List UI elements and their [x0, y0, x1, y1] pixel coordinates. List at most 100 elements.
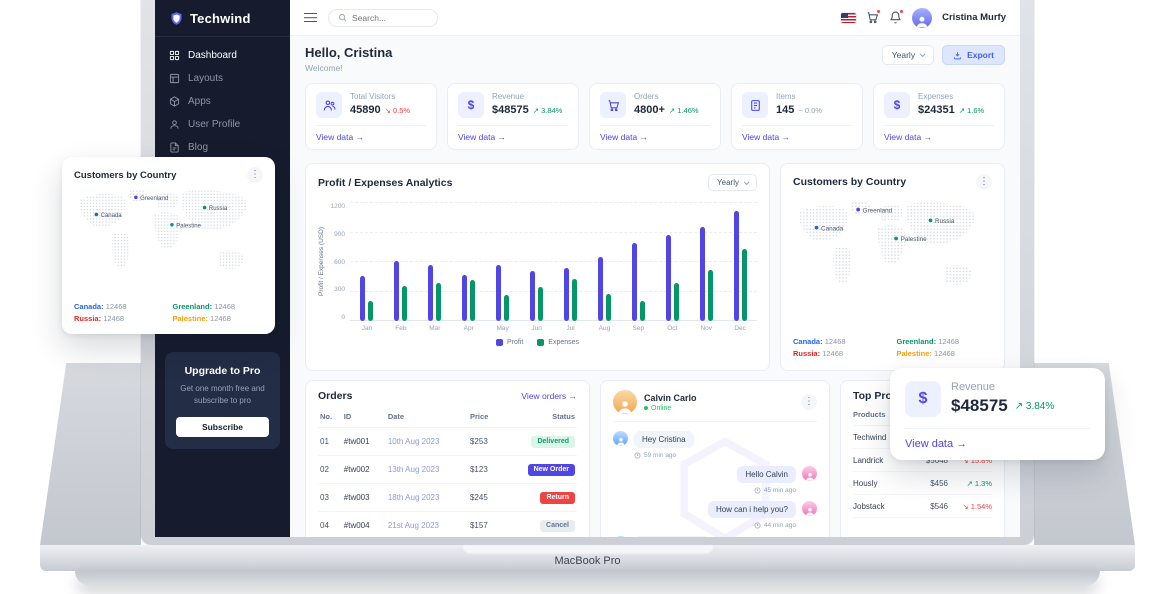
- list-item: Hously $456 ↗ 1.3%: [853, 472, 992, 495]
- export-button[interactable]: Export: [942, 45, 1005, 65]
- chevron-down-icon: [744, 179, 750, 185]
- sidebar-item-layouts[interactable]: Layouts: [155, 67, 290, 90]
- chart-period-select[interactable]: Yearly: [708, 174, 757, 191]
- chat-card: Calvin Carlo Online ⋮ Hey Cristina: [600, 380, 830, 537]
- us-flag-icon[interactable]: [841, 13, 856, 23]
- device-label: MacBook Pro: [40, 555, 1135, 567]
- box-icon: [742, 92, 768, 118]
- profit-bar: [666, 235, 671, 321]
- product-delta: ↗ 1.3%: [954, 479, 992, 488]
- customers-by-country-card: Customers by Country ⋮: [780, 163, 1005, 371]
- expenses-bar: [674, 283, 679, 321]
- chat-message: How can i help you?: [613, 501, 817, 518]
- kebab-menu-icon[interactable]: ⋮: [976, 174, 992, 190]
- y-tick-label: 600: [334, 259, 345, 266]
- view-orders-link[interactable]: View orders →: [521, 391, 577, 401]
- search-input[interactable]: [352, 13, 428, 23]
- user-avatar[interactable]: [912, 8, 932, 28]
- period-select[interactable]: Yearly: [882, 45, 934, 65]
- chat-contact-name: Calvin Carlo: [644, 393, 697, 403]
- x-tick-label: Jul: [554, 325, 588, 332]
- search-icon: [338, 13, 347, 22]
- col-header: ID: [342, 406, 386, 428]
- stat-delta: ~ 0.0%: [798, 106, 822, 115]
- bar-group: [621, 203, 655, 321]
- dashboard-icon: [169, 50, 180, 61]
- users-icon: [316, 92, 342, 118]
- sidebar-item-user-profile[interactable]: User Profile: [155, 113, 290, 136]
- x-tick-label: Nov: [689, 325, 723, 332]
- view-data-link[interactable]: View data →: [600, 125, 710, 149]
- cart-badge: [876, 9, 881, 14]
- laptop-hinge-notch: [461, 545, 714, 555]
- chat-header: Calvin Carlo Online ⋮: [613, 390, 817, 422]
- stat-delta: ↘ 0.5%: [385, 106, 410, 115]
- country-stat: Canada 12468: [74, 302, 165, 311]
- brand-name: Techwind: [190, 11, 251, 26]
- y-tick-label: 300: [334, 286, 345, 293]
- bar-group: [384, 203, 418, 321]
- topbar: Cristina Murfy: [290, 0, 1020, 36]
- x-tick-label: Jan: [350, 325, 384, 332]
- stat-label: Total Visitors: [350, 92, 410, 101]
- map-marker-palestine: [894, 236, 899, 241]
- stat-label: Revenue: [492, 92, 562, 101]
- map-label: Canada: [821, 225, 844, 232]
- brand[interactable]: Techwind: [155, 0, 290, 37]
- view-data-link[interactable]: View data →: [742, 125, 852, 149]
- stat-card-total-visitors: Total Visitors 45890↘ 0.5% View data →: [305, 83, 437, 150]
- country-stat: Russia 12468: [74, 314, 165, 323]
- kebab-menu-icon[interactable]: ⋮: [247, 167, 263, 183]
- x-tick-label: Aug: [587, 325, 621, 332]
- chat-message: Hey Cristina: [613, 431, 817, 448]
- legend-item[interactable]: Expenses: [537, 339, 579, 346]
- list-item: Jobstack $546 ↘ 1.54%: [853, 495, 992, 518]
- page-actions: Yearly Export: [882, 45, 1005, 65]
- upgrade-title: Upgrade to Pro: [176, 365, 269, 377]
- blog-icon: [169, 142, 180, 153]
- stat-label: Orders: [634, 92, 699, 101]
- stat-card-revenue: $ Revenue $48575↗ 3.84% View data →: [447, 83, 579, 150]
- view-data-link[interactable]: View data →: [905, 428, 1090, 450]
- expenses-bar: [368, 301, 373, 321]
- country-stats: Canada 12468 Greenland 12468 Russia 1246…: [74, 302, 263, 325]
- sidebar-item-apps[interactable]: Apps: [155, 90, 290, 113]
- stat-delta: ↗ 1.6%: [959, 106, 984, 115]
- profit-bar: [632, 243, 637, 321]
- view-data-link[interactable]: View data →: [458, 125, 568, 149]
- bell-icon[interactable]: [889, 11, 902, 24]
- search-box[interactable]: [328, 9, 438, 27]
- page-head: Hello, Cristina Welcome! Yearly Export: [305, 45, 1005, 73]
- map-label: Greenland: [863, 207, 893, 214]
- sidebar-item-dashboard[interactable]: Dashboard: [155, 44, 290, 67]
- legend-item[interactable]: Profit: [496, 339, 523, 346]
- user-name[interactable]: Cristina Murfy: [942, 12, 1006, 23]
- country-stat: Greenland 12468: [173, 302, 264, 311]
- avatar: [802, 466, 817, 481]
- map-label: Russia: [935, 218, 955, 225]
- view-data-link[interactable]: View data →: [884, 125, 994, 149]
- laptop-base-bottom: [75, 571, 1100, 586]
- macbook-mockup: Techwind Dashboard Layouts Apps: [0, 0, 1175, 594]
- layouts-icon: [169, 73, 180, 84]
- sidebar-item-label: Dashboard: [188, 50, 237, 61]
- laptop-base: MacBook Pro: [40, 545, 1135, 571]
- cart-icon[interactable]: [866, 11, 879, 24]
- sidebar-item-blog[interactable]: Blog: [155, 136, 290, 159]
- techwind-logo-icon: [169, 11, 184, 26]
- online-dot: [644, 406, 648, 410]
- kebab-menu-icon[interactable]: ⋮: [801, 394, 817, 410]
- subscribe-button[interactable]: Subscribe: [176, 417, 269, 437]
- menu-icon[interactable]: [304, 13, 317, 22]
- avatar: [613, 431, 628, 446]
- x-tick-label: Jun: [520, 325, 554, 332]
- expenses-bar: [640, 301, 645, 321]
- legend-swatch: [537, 339, 544, 346]
- stat-delta: ↗ 3.84%: [1015, 401, 1055, 412]
- avatar: [613, 536, 628, 537]
- stat-delta: ↗ 3.84%: [533, 106, 563, 115]
- profit-bar: [700, 227, 705, 321]
- product-delta: ↘ 1.54%: [954, 502, 992, 511]
- view-data-link[interactable]: View data →: [316, 125, 426, 149]
- stat-card-items: Items 145~ 0.0% View data →: [731, 83, 863, 150]
